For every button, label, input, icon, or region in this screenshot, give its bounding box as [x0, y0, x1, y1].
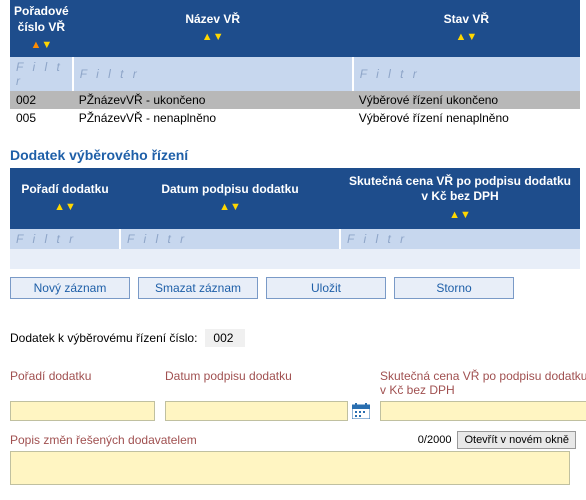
- sort-asc-icon[interactable]: ▲: [30, 40, 41, 51]
- filter-cell[interactable]: F i l t r: [120, 229, 340, 249]
- col-nazev: Název VŘ ▲▼: [73, 0, 353, 57]
- table-row[interactable]: 005 PŽnázevVŘ - nenaplněno Výběrové říze…: [10, 109, 580, 127]
- col-poradove-cislo: Pořadové číslo VŘ ▲▼: [10, 0, 73, 57]
- dodatek-table: Pořadí dodatku ▲▼ Datum podpisu dodatku …: [10, 168, 580, 269]
- poradi-input[interactable]: [10, 401, 155, 421]
- cena-label: Skutečná cena VŘ po podpisu dodatku v Kč…: [380, 367, 586, 397]
- sort-desc-icon[interactable]: ▼: [41, 40, 52, 51]
- sort-desc-icon[interactable]: ▼: [460, 210, 471, 221]
- filter-cell[interactable]: F i l t r: [10, 229, 120, 249]
- col-datum-podpisu: Datum podpisu dodatku ▲▼: [120, 168, 340, 229]
- col-stav: Stav VŘ ▲▼: [353, 0, 580, 57]
- sort-asc-icon[interactable]: ▲: [219, 202, 230, 213]
- sort-asc-icon[interactable]: ▲: [455, 32, 466, 43]
- sort-desc-icon[interactable]: ▼: [213, 32, 224, 43]
- datum-input[interactable]: [165, 401, 348, 421]
- cena-input[interactable]: [380, 401, 586, 421]
- sort-asc-icon[interactable]: ▲: [449, 210, 460, 221]
- save-button[interactable]: Uložit: [266, 277, 386, 299]
- col-skutecna-cena: Skutečná cena VŘ po podpisu dodatku v Kč…: [340, 168, 580, 229]
- section-title-dodatek: Dodatek výběrového řízení: [10, 147, 586, 163]
- datum-label: Datum podpisu dodatku: [165, 367, 370, 383]
- sort-desc-icon[interactable]: ▼: [230, 202, 241, 213]
- sort-desc-icon[interactable]: ▼: [466, 32, 477, 43]
- cancel-button[interactable]: Storno: [394, 277, 514, 299]
- calendar-icon[interactable]: [352, 403, 370, 419]
- sort-asc-icon[interactable]: ▲: [202, 32, 213, 43]
- sort-asc-icon[interactable]: ▲: [54, 202, 65, 213]
- vr-table: Pořadové číslo VŘ ▲▼ Název VŘ ▲▼ Stav VŘ…: [10, 0, 580, 127]
- table-row[interactable]: 002 PŽnázevVŘ - ukončeno Výběrové řízení…: [10, 91, 580, 109]
- table-row-empty: [10, 249, 580, 269]
- col-poradi-dodatku: Pořadí dodatku ▲▼: [10, 168, 120, 229]
- delete-record-button[interactable]: Smazat záznam: [138, 277, 258, 299]
- open-new-window-button[interactable]: Otevřít v novém okně: [457, 431, 576, 449]
- filter-cell[interactable]: F i l t r: [10, 57, 73, 91]
- cislo-value: 002: [205, 329, 245, 347]
- sort-desc-icon[interactable]: ▼: [65, 202, 76, 213]
- filter-cell[interactable]: F i l t r: [340, 229, 580, 249]
- poradi-label: Pořadí dodatku: [10, 367, 155, 383]
- char-counter: 0/2000: [418, 434, 452, 446]
- filter-cell[interactable]: F i l t r: [353, 57, 580, 91]
- new-record-button[interactable]: Nový záznam: [10, 277, 130, 299]
- popis-textarea[interactable]: [10, 451, 570, 485]
- filter-cell[interactable]: F i l t r: [73, 57, 353, 91]
- popis-label: Popis změn řešených dodavatelem: [10, 433, 418, 447]
- cislo-label: Dodatek k výběrovému řízení číslo:: [10, 331, 197, 345]
